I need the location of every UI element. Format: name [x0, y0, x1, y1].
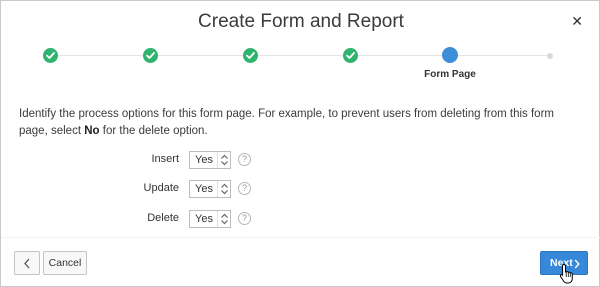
create-form-report-dialog: Create Form and Report ✕ Form Page Ident…	[0, 0, 600, 287]
insert-select[interactable]: Yes	[189, 151, 231, 169]
check-icon	[46, 52, 55, 59]
dialog-title: Create Form and Report	[198, 11, 404, 32]
instructions-bold: No	[84, 125, 100, 137]
hand-cursor-icon	[559, 263, 573, 284]
footer-divider	[1, 237, 600, 238]
field-label-delete: Delete	[147, 212, 179, 224]
delete-select[interactable]: Yes	[189, 210, 231, 228]
field-row-insert: Insert Yes ?	[1, 151, 301, 169]
previous-button[interactable]	[14, 251, 40, 275]
wizard-step-3	[243, 48, 258, 63]
delete-select-value: Yes	[195, 213, 213, 225]
help-icon[interactable]: ?	[238, 212, 251, 225]
wizard-track	[51, 55, 551, 56]
check-icon	[146, 52, 155, 59]
help-icon[interactable]: ?	[238, 153, 251, 166]
field-row-update: Update Yes ?	[1, 180, 301, 198]
wizard-step-4	[343, 48, 358, 63]
help-icon[interactable]: ?	[238, 182, 251, 195]
wizard-step-1	[43, 48, 58, 63]
update-select-value: Yes	[195, 183, 213, 195]
chevron-left-icon	[24, 258, 30, 269]
check-icon	[346, 52, 355, 59]
dialog-header: Create Form and Report ✕	[1, 1, 600, 41]
instructions-text-after: for the delete option.	[102, 125, 208, 137]
wizard-step-current	[442, 47, 458, 63]
updown-chevron-icon	[217, 152, 230, 168]
wizard-step-label: Form Page	[424, 69, 476, 80]
cancel-button[interactable]: Cancel	[43, 251, 87, 275]
instructions-text-before: Identify the process options for this fo…	[19, 108, 554, 137]
wizard-progress: Form Page	[1, 41, 600, 91]
update-select[interactable]: Yes	[189, 180, 231, 198]
updown-chevron-icon	[217, 211, 230, 227]
instructions-text: Identify the process options for this fo…	[19, 106, 584, 140]
check-icon	[246, 52, 255, 59]
wizard-step-future	[547, 53, 553, 59]
updown-chevron-icon	[217, 181, 230, 197]
close-icon[interactable]: ✕	[571, 14, 583, 28]
field-row-delete: Delete Yes ?	[1, 210, 301, 228]
wizard-step-2	[143, 48, 158, 63]
insert-select-value: Yes	[195, 154, 213, 166]
field-label-insert: Insert	[151, 153, 179, 165]
field-label-update: Update	[143, 182, 179, 194]
